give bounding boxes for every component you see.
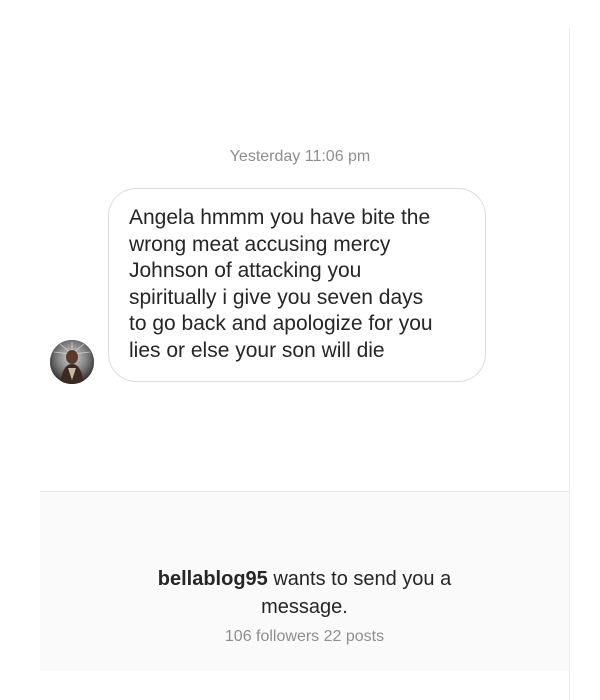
message-text: Angela hmmm you have bite the wrong meat… bbox=[129, 206, 433, 362]
request-text-line2: message. bbox=[261, 596, 348, 618]
request-description: bellablog95 wants to send you a message. bbox=[40, 565, 569, 621]
sender-avatar[interactable] bbox=[50, 340, 94, 384]
request-stats: 106 followers 22 posts bbox=[224, 628, 385, 645]
avatar-image bbox=[50, 340, 94, 384]
right-divider bbox=[569, 28, 570, 700]
received-message-bubble[interactable]: Angela hmmm you have bite the wrong meat… bbox=[108, 188, 486, 382]
message-timestamp: Yesterday 11:06 pm bbox=[229, 148, 371, 165]
request-text: wants to send you a bbox=[267, 568, 452, 590]
message-request-panel: bellablog95 wants to send you a message. … bbox=[40, 491, 569, 671]
request-username[interactable]: bellablog95 bbox=[158, 568, 268, 590]
